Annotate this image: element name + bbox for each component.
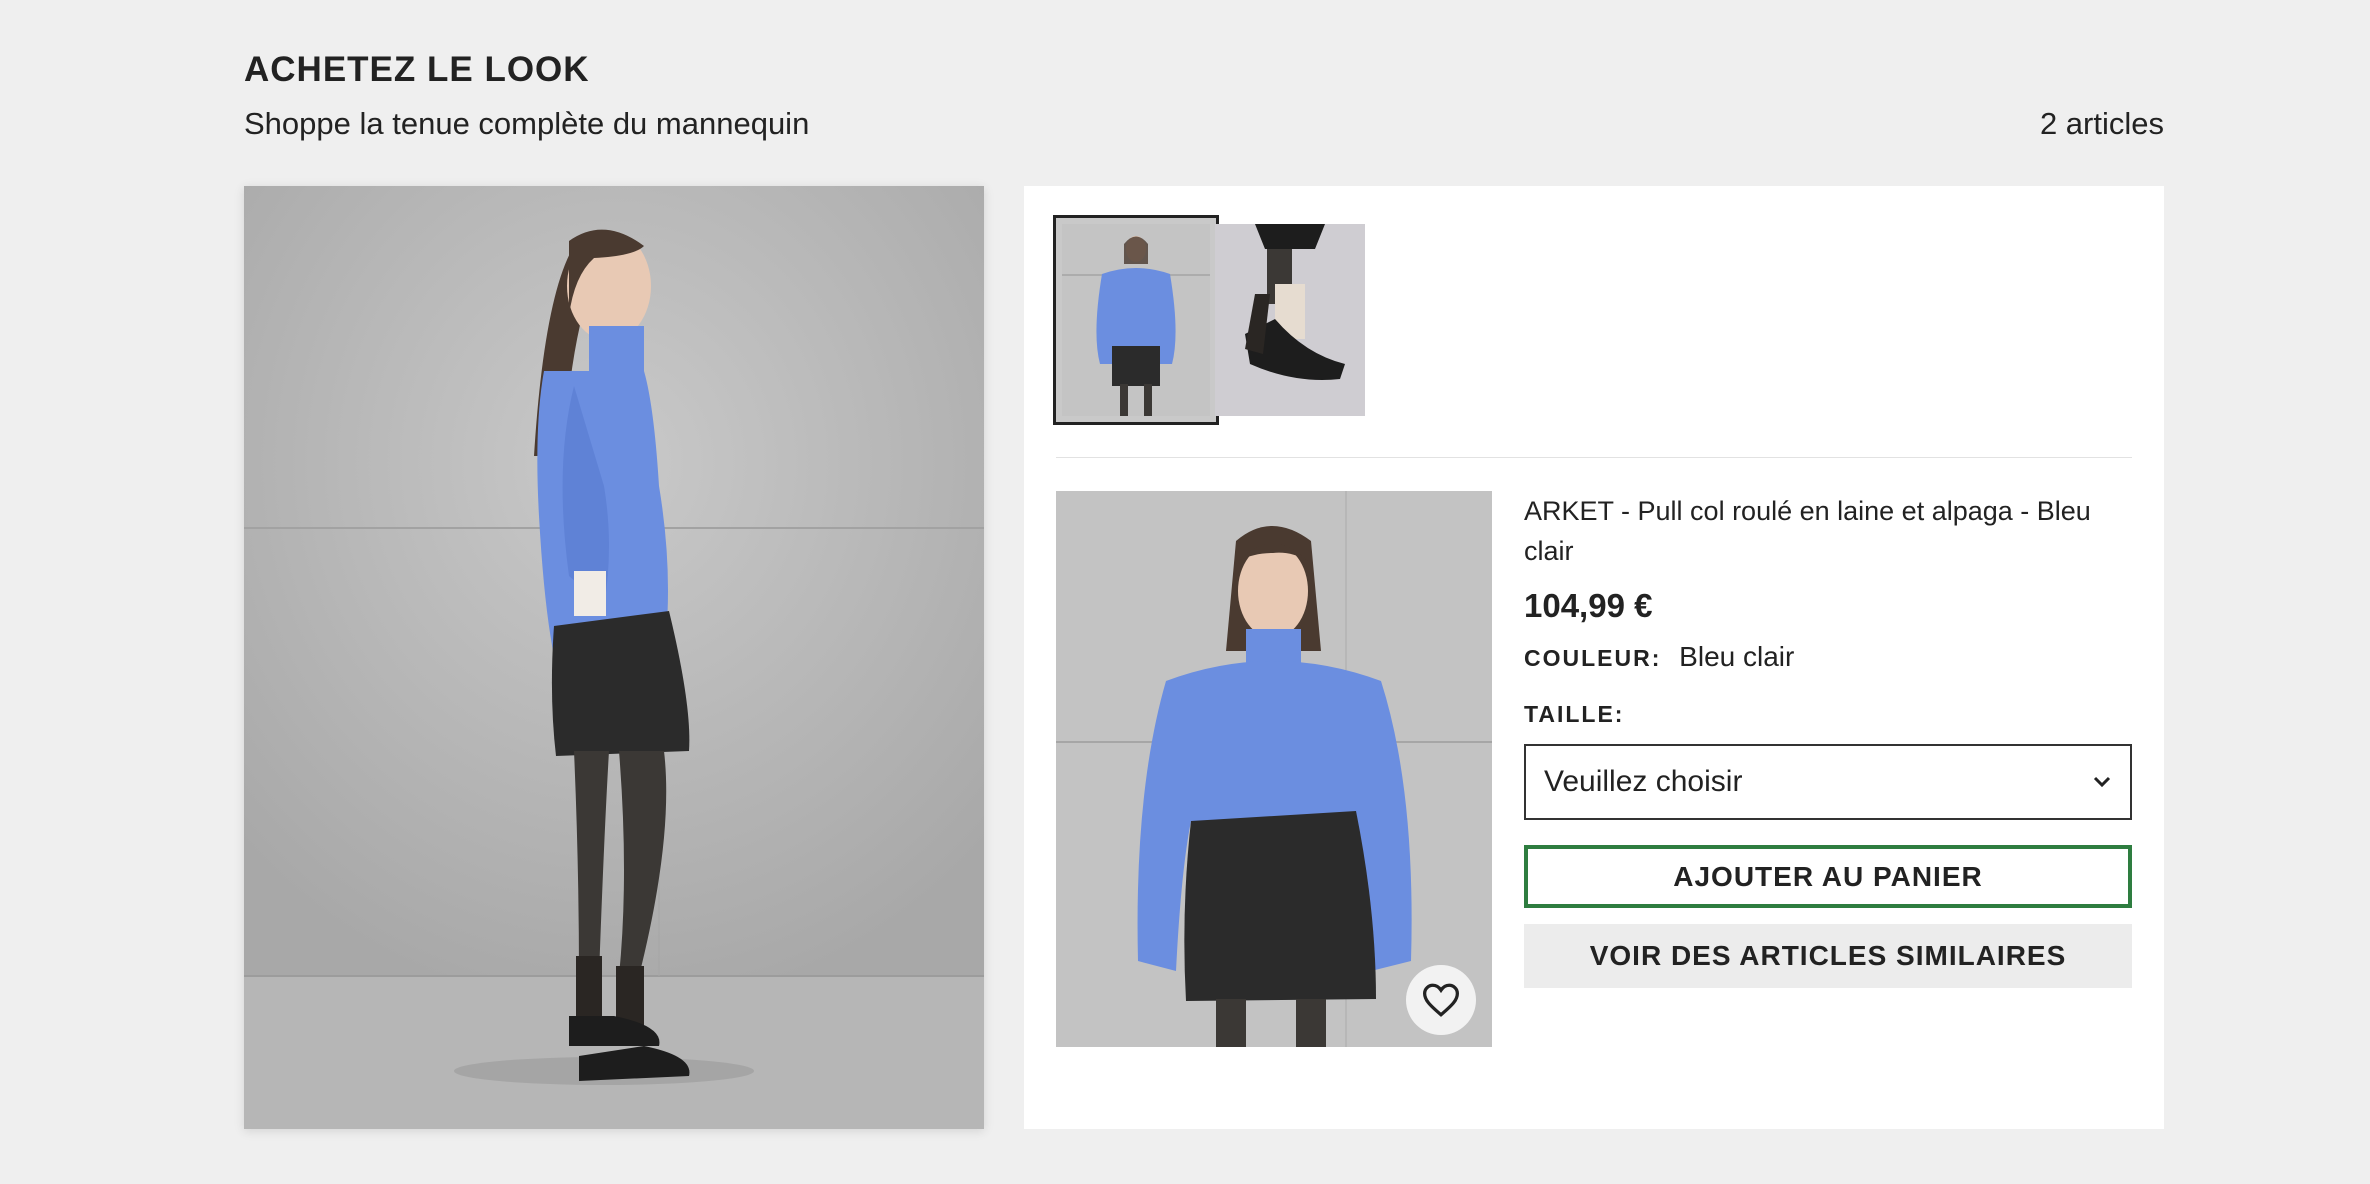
product-photo	[1056, 491, 1492, 1047]
divider	[1056, 457, 2132, 458]
product-price: 104,99 €	[1524, 587, 1653, 624]
thumbnail-sweater[interactable]	[1053, 215, 1219, 425]
page-title: ACHETEZ LE LOOK	[244, 50, 590, 89]
add-to-cart-button[interactable]: AJOUTER AU PANIER	[1524, 845, 2132, 908]
size-label: TAILLE:	[1524, 701, 1625, 727]
chevron-down-icon	[2093, 776, 2111, 788]
size-select-value: Veuillez choisir	[1544, 765, 1743, 798]
size-select[interactable]: Veuillez choisir	[1524, 744, 2132, 820]
color-row: COULEUR: Bleu clair	[1524, 641, 2132, 673]
look-header: ACHETEZ LE LOOK Shoppe la tenue complète…	[244, 46, 2164, 146]
model-front-view-illustration	[1056, 491, 1492, 1047]
thumbnail-sweater-image	[1062, 224, 1210, 416]
color-label: COULEUR:	[1524, 645, 1662, 671]
color-value: Bleu clair	[1679, 641, 1795, 672]
product-panel: ARKET - Pull col roulé en laine et alpag…	[1024, 186, 2164, 1129]
product-name: ARKET - Pull col roulé en laine et alpag…	[1524, 496, 2091, 566]
heart-icon	[1422, 983, 1460, 1017]
see-similar-button[interactable]: VOIR DES ARTICLES SIMILAIRES	[1524, 924, 2132, 988]
look-photo	[244, 186, 984, 1129]
favorite-button[interactable]	[1406, 965, 1476, 1035]
thumbnail-shoes-image	[1215, 224, 1365, 416]
item-count: 2 articles	[2039, 106, 2164, 141]
thumbnail-shoes[interactable]	[1215, 224, 1365, 416]
product-info: ARKET - Pull col roulé en laine et alpag…	[1524, 491, 2132, 988]
model-side-view-illustration	[244, 186, 984, 1129]
page-subtitle: Shoppe la tenue complète du mannequin	[244, 106, 810, 141]
